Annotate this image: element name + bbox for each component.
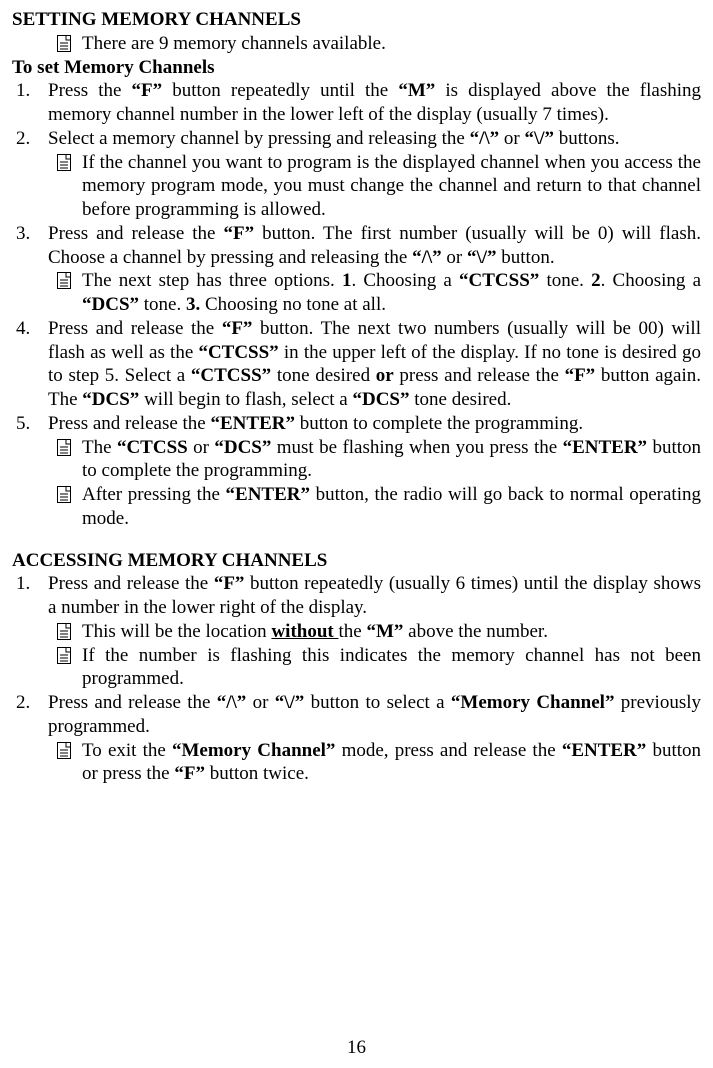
note-item: After pressing the “ENTER” button, the r…: [12, 483, 701, 531]
note-item: If the channel you want to program is th…: [12, 151, 701, 222]
list-text: Press the “F” button repeatedly until th…: [48, 79, 701, 127]
note-item: There are 9 memory channels available.: [12, 32, 701, 56]
list-text: Press and release the “F” button repeate…: [48, 572, 701, 620]
list-number: 4.: [12, 317, 48, 341]
note-text: To exit the “Memory Channel” mode, press…: [82, 739, 701, 787]
note-item: The next step has three options. 1. Choo…: [12, 269, 701, 317]
list-item: 2. Select a memory channel by pressing a…: [12, 127, 701, 151]
section-subtitle: To set Memory Channels: [12, 56, 701, 80]
note-text: The next step has three options. 1. Choo…: [82, 269, 701, 317]
list-text: Press and release the “/\” or “\/” butto…: [48, 691, 701, 739]
list-number: 2.: [12, 127, 48, 151]
note-text: The “CTCSS or “DCS” must be flashing whe…: [82, 436, 701, 484]
list-item: 2. Press and release the “/\” or “\/” bu…: [12, 691, 701, 739]
list-number: 5.: [12, 412, 48, 436]
note-icon: [46, 483, 82, 503]
section-title: SETTING MEMORY CHANNELS: [12, 8, 701, 32]
list-item: 3. Press and release the “F” button. The…: [12, 222, 701, 270]
list-item: 4. Press and release the “F” button. The…: [12, 317, 701, 412]
note-icon: [46, 151, 82, 171]
note-item: If the number is flashing this indicates…: [12, 644, 701, 692]
list-text: Press and release the “ENTER” button to …: [48, 412, 701, 436]
list-item: 1. Press the “F” button repeatedly until…: [12, 79, 701, 127]
list-number: 2.: [12, 691, 48, 715]
note-text: There are 9 memory channels available.: [82, 32, 701, 56]
list-text: Press and release the “F” button. The ne…: [48, 317, 701, 412]
note-icon: [46, 739, 82, 759]
note-icon: [46, 644, 82, 664]
section-title: ACCESSING MEMORY CHANNELS: [12, 549, 701, 573]
note-item: The “CTCSS or “DCS” must be flashing whe…: [12, 436, 701, 484]
note-icon: [46, 436, 82, 456]
list-text: Select a memory channel by pressing and …: [48, 127, 701, 151]
note-text: If the number is flashing this indicates…: [82, 644, 701, 692]
page-number: 16: [12, 1036, 701, 1060]
list-text: Press and release the “F” button. The fi…: [48, 222, 701, 270]
note-item: This will be the location without the “M…: [12, 620, 701, 644]
note-icon: [46, 620, 82, 640]
list-number: 1.: [12, 572, 48, 596]
note-text: If the channel you want to program is th…: [82, 151, 701, 222]
note-text: After pressing the “ENTER” button, the r…: [82, 483, 701, 531]
list-number: 1.: [12, 79, 48, 103]
note-text: This will be the location without the “M…: [82, 620, 701, 644]
list-number: 3.: [12, 222, 48, 246]
note-item: To exit the “Memory Channel” mode, press…: [12, 739, 701, 787]
note-icon: [46, 32, 82, 52]
list-item: 5. Press and release the “ENTER” button …: [12, 412, 701, 436]
list-item: 1. Press and release the “F” button repe…: [12, 572, 701, 620]
note-icon: [46, 269, 82, 289]
